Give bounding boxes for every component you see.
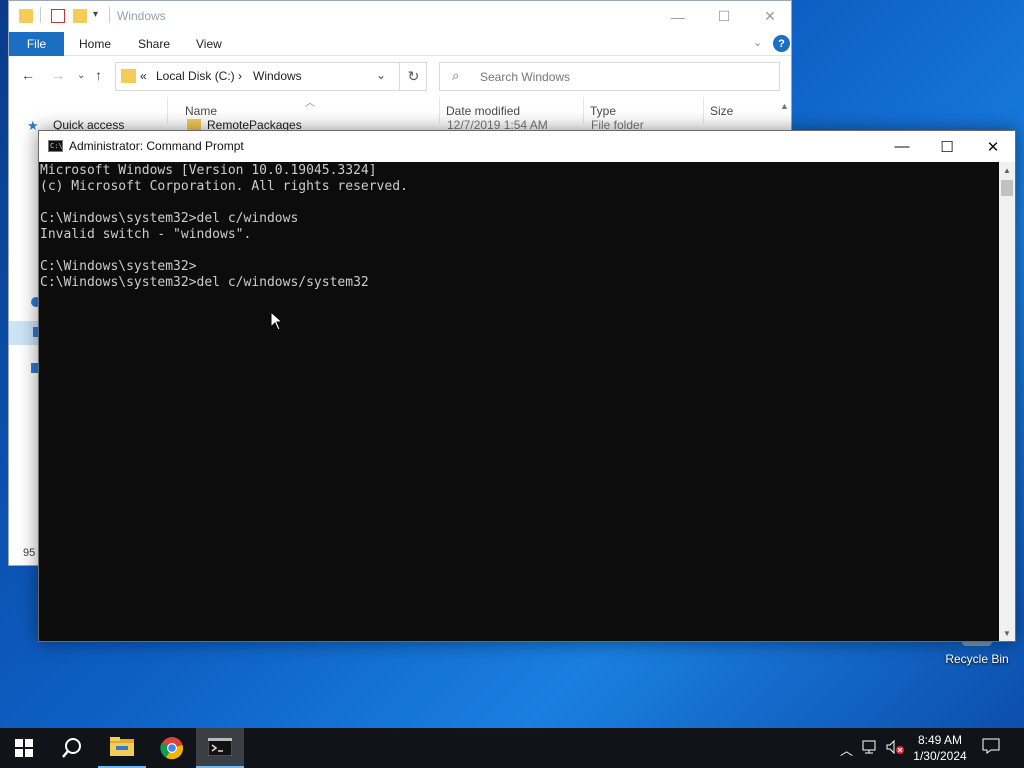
refresh-icon[interactable]: ↻ bbox=[399, 63, 427, 90]
ribbon-tab-file[interactable]: File bbox=[9, 32, 64, 56]
scroll-down-icon[interactable]: ▼ bbox=[999, 625, 1015, 641]
search-icon bbox=[62, 738, 81, 758]
cmd-icon bbox=[208, 738, 232, 756]
console-line: Microsoft Windows [Version 10.0.19045.33… bbox=[40, 163, 377, 178]
properties-icon[interactable] bbox=[51, 9, 65, 23]
console-line: Invalid switch - "windows". bbox=[40, 227, 252, 242]
minimize-button[interactable]: — bbox=[655, 1, 701, 32]
folder-icon bbox=[121, 69, 136, 83]
cmd-titlebar[interactable]: C:\ Administrator: Command Prompt — ☐ ✕ bbox=[39, 131, 1015, 162]
column-date-modified[interactable]: Date modified bbox=[446, 104, 520, 118]
recent-locations-icon[interactable]: ⌄ bbox=[77, 70, 85, 81]
up-icon[interactable]: ↑ bbox=[95, 67, 102, 83]
cmd-icon: C:\ bbox=[48, 140, 63, 152]
divider bbox=[109, 7, 110, 23]
file-explorer-icon bbox=[110, 737, 134, 756]
column-type[interactable]: Type bbox=[590, 104, 616, 118]
back-icon[interactable]: ← bbox=[21, 67, 35, 83]
vertical-scrollbar[interactable]: ▲ ▼ bbox=[999, 162, 1015, 641]
address-dropdown-icon[interactable]: ⌄ bbox=[376, 68, 386, 82]
new-folder-icon[interactable] bbox=[73, 9, 87, 23]
scroll-up-icon[interactable]: ▲ bbox=[780, 101, 789, 111]
clock-time: 8:49 AM bbox=[917, 733, 963, 747]
close-button[interactable]: ✕ bbox=[970, 131, 1016, 162]
column-name[interactable]: Name bbox=[185, 104, 217, 118]
breadcrumb-overflow[interactable]: « bbox=[140, 69, 147, 83]
taskbar: ︿ 8:49 AM 1/30/2024 bbox=[0, 728, 1024, 768]
breadcrumb-separator[interactable]: › bbox=[238, 69, 242, 83]
system-clock[interactable]: 8:49 AM 1/30/2024 bbox=[904, 732, 976, 764]
sort-ascending-icon: ︿ bbox=[305, 98, 315, 109]
show-hidden-icons-icon[interactable]: ︿ bbox=[840, 740, 853, 759]
explorer-titlebar[interactable]: ▾ Windows — ☐ ✕ bbox=[9, 1, 791, 32]
star-icon: ★ bbox=[27, 118, 39, 133]
start-button[interactable] bbox=[0, 728, 48, 768]
chrome-icon bbox=[160, 737, 184, 760]
explorer-title: Windows bbox=[117, 9, 166, 23]
column-size[interactable]: Size bbox=[710, 104, 733, 118]
clock-date: 1/30/2024 bbox=[913, 749, 967, 763]
scrollbar-thumb[interactable] bbox=[1001, 180, 1013, 196]
recycle-bin-label: Recycle Bin bbox=[945, 652, 1009, 666]
maximize-button[interactable]: ☐ bbox=[701, 1, 747, 32]
network-icon[interactable] bbox=[862, 740, 880, 757]
status-item-count: 95 bbox=[23, 547, 36, 559]
navigation-bar: ← → ⌄ ↑ « Local Disk (C:) › Windows ⌄ ↻ … bbox=[9, 57, 791, 95]
expand-ribbon-icon[interactable]: ⌄ bbox=[753, 36, 762, 49]
breadcrumb-folder[interactable]: Windows bbox=[253, 69, 302, 83]
folder-icon bbox=[19, 9, 33, 23]
search-button[interactable] bbox=[48, 728, 96, 768]
notifications-icon[interactable] bbox=[982, 738, 1000, 757]
console-input-line[interactable]: C:\Windows\system32>del c/windows/system… bbox=[40, 275, 999, 291]
ribbon-tab-view[interactable]: View bbox=[196, 37, 222, 51]
command-prompt-window[interactable]: C:\ Administrator: Command Prompt — ☐ ✕ … bbox=[38, 130, 1016, 642]
network-icon-glyph bbox=[862, 740, 876, 754]
console-line: C:\Windows\system32>del c/windows bbox=[40, 211, 299, 226]
customize-toolbar-icon[interactable]: ▾ bbox=[93, 9, 98, 20]
action-center-icon bbox=[982, 738, 1000, 754]
search-box[interactable]: ⌕ Search Windows bbox=[439, 62, 780, 91]
volume-muted-icon[interactable] bbox=[886, 739, 906, 757]
ribbon: File Home Share View ⌄ ? bbox=[9, 32, 791, 56]
search-icon: ⌕ bbox=[452, 68, 460, 83]
close-button[interactable]: ✕ bbox=[747, 1, 793, 32]
console-output[interactable]: Microsoft Windows [Version 10.0.19045.33… bbox=[39, 162, 999, 641]
address-bar[interactable]: « Local Disk (C:) › Windows ⌄ ↻ bbox=[115, 62, 427, 91]
console-line: C:\Windows\system32> bbox=[40, 259, 197, 274]
search-input[interactable]: Search Windows bbox=[480, 70, 570, 84]
mouse-cursor-icon bbox=[270, 311, 284, 331]
divider bbox=[167, 97, 168, 123]
speaker-icon bbox=[886, 739, 904, 755]
windows-logo-icon bbox=[15, 739, 33, 757]
forward-icon[interactable]: → bbox=[51, 67, 65, 83]
divider bbox=[40, 7, 41, 23]
taskbar-chrome[interactable] bbox=[148, 728, 196, 768]
scroll-up-icon[interactable]: ▲ bbox=[999, 162, 1015, 178]
taskbar-file-explorer[interactable] bbox=[98, 728, 146, 768]
breadcrumb-drive[interactable]: Local Disk (C:) bbox=[156, 69, 235, 83]
maximize-button[interactable]: ☐ bbox=[924, 131, 970, 162]
console-line: (c) Microsoft Corporation. All rights re… bbox=[40, 179, 408, 194]
help-icon[interactable]: ? bbox=[773, 35, 790, 52]
ribbon-tab-home[interactable]: Home bbox=[79, 37, 111, 51]
minimize-button[interactable]: — bbox=[879, 131, 925, 162]
taskbar-command-prompt[interactable] bbox=[196, 728, 244, 768]
cmd-title: Administrator: Command Prompt bbox=[69, 139, 244, 153]
ribbon-tab-share[interactable]: Share bbox=[138, 37, 170, 51]
